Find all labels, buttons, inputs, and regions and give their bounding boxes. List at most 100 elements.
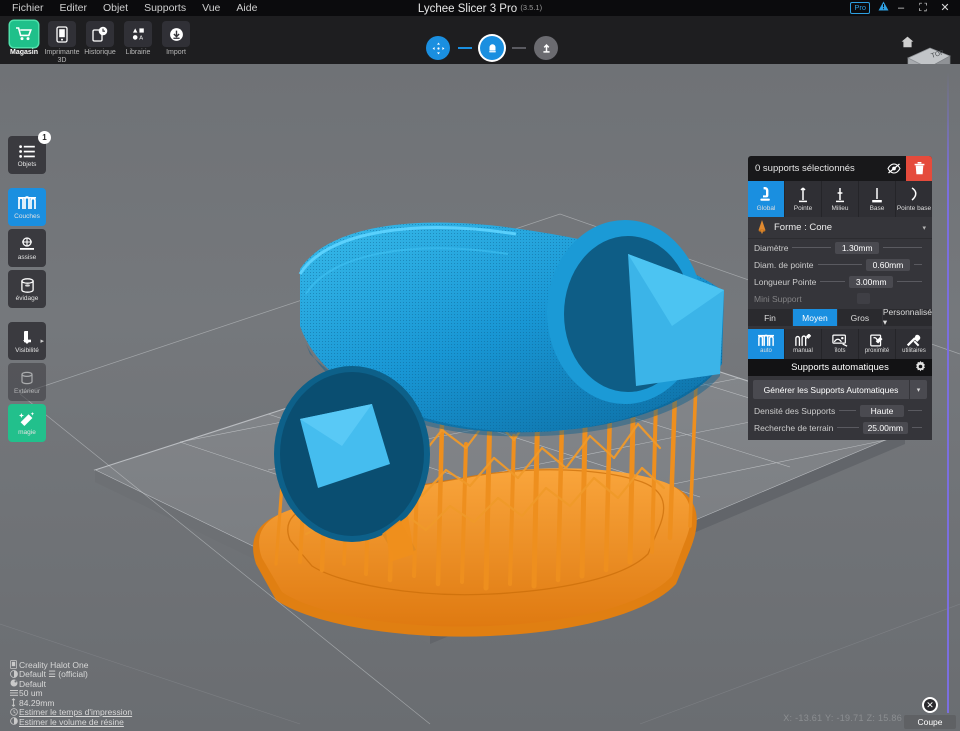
- tab-milieu-label: Milieu: [831, 205, 849, 212]
- cut-slider-track[interactable]: [947, 73, 949, 713]
- param-longueur-pointe-value[interactable]: 3.00mm: [849, 275, 894, 288]
- tool-ilots-label: îlots: [834, 347, 846, 354]
- tool-manual[interactable]: manual: [785, 329, 822, 359]
- generate-auto-supports-button[interactable]: Générer les Supports Automatiques ▾: [753, 380, 927, 399]
- hollow-icon: [20, 277, 35, 294]
- param-diametre-label: Diamètre: [754, 242, 789, 253]
- param-diametre-slider-right[interactable]: [883, 247, 923, 248]
- objets-badge: 1: [38, 131, 51, 144]
- param-diam-pointe-slider-right[interactable]: [914, 264, 922, 265]
- sidebar-item-assise[interactable]: assise: [8, 229, 46, 267]
- param-diametre[interactable]: Diamètre 1.30mm: [748, 239, 932, 256]
- tool-ilots[interactable]: îlots: [822, 329, 859, 359]
- model-right-opening: [547, 220, 724, 404]
- eye-off-icon[interactable]: [882, 156, 906, 181]
- mini-support-toggle[interactable]: [857, 293, 871, 304]
- magasin-button[interactable]: Magasin: [6, 19, 42, 65]
- chevron-down-icon[interactable]: ▾: [922, 224, 926, 232]
- viewport-3d[interactable]: Objets 1 Couches assise évidage Visibili…: [0, 64, 960, 731]
- historique-button[interactable]: Historique: [82, 19, 118, 65]
- imprimante-3d-button[interactable]: Imprimante 3D: [44, 19, 80, 65]
- setting-recherche-terrain-slider[interactable]: [837, 427, 859, 428]
- sidebar-item-magie[interactable]: magie: [8, 404, 46, 442]
- sidebar-item-couches[interactable]: Couches: [8, 188, 46, 226]
- tool-proximite[interactable]: proximité: [859, 329, 896, 359]
- tab-milieu[interactable]: Milieu: [822, 181, 859, 217]
- setting-densite[interactable]: Densité des Supports Haute: [748, 402, 932, 419]
- chevron-right-icon[interactable]: ▸: [40, 337, 44, 345]
- menu-item-vue[interactable]: Vue: [194, 0, 228, 16]
- sidebar-item-objets[interactable]: Objets 1: [8, 131, 51, 174]
- supports-panel: 0 supports sélectionnés Global Pointe Mi…: [748, 156, 932, 440]
- estimate-resin-volume-link[interactable]: Estimer le volume de résine: [19, 717, 124, 728]
- tab-global[interactable]: Global: [748, 181, 785, 217]
- param-diametre-slider[interactable]: [792, 247, 832, 248]
- title-bar: Fichier Editer Objet Supports Vue Aide L…: [0, 0, 960, 16]
- preset-gros[interactable]: Gros: [838, 309, 883, 326]
- setting-densite-value[interactable]: Haute: [860, 404, 904, 417]
- tool-auto[interactable]: auto: [748, 329, 785, 359]
- svg-text:A: A: [139, 36, 143, 41]
- tab-base-label: Base: [869, 205, 885, 212]
- tab-base[interactable]: Base: [859, 181, 896, 217]
- generate-dropdown-caret-icon[interactable]: ▾: [909, 380, 927, 399]
- sidebar-item-evidage-label: évidage: [15, 294, 39, 302]
- trash-icon[interactable]: [906, 156, 932, 181]
- sidebar-item-evidage[interactable]: évidage: [8, 270, 46, 308]
- librairie-button[interactable]: A Librairie: [120, 19, 156, 65]
- coupe-button[interactable]: Coupe: [904, 715, 956, 729]
- param-diam-pointe-slider[interactable]: [817, 264, 862, 265]
- setting-recherche-terrain-value[interactable]: 25.00mm: [862, 421, 908, 434]
- sidebar-item-couches-label: Couches: [14, 212, 40, 220]
- param-longueur-pointe-slider-right[interactable]: [897, 281, 923, 282]
- param-longueur-pointe-slider[interactable]: [820, 281, 846, 282]
- preset-moyen[interactable]: Moyen: [792, 309, 838, 326]
- imprimante-3d-label: Imprimante 3D: [44, 49, 80, 64]
- param-diametre-value[interactable]: 1.30mm: [835, 241, 880, 254]
- auto-settings: Densité des Supports Haute Recherche de …: [748, 402, 932, 440]
- tab-pointe[interactable]: Pointe: [785, 181, 822, 217]
- menu-item-objet[interactable]: Objet: [95, 0, 136, 16]
- param-diam-pointe-value[interactable]: 0.60mm: [866, 258, 910, 271]
- shopping-cart-icon: [10, 21, 38, 47]
- preset-personnalise[interactable]: Personnalisé ▾: [883, 307, 932, 327]
- menu-item-editer[interactable]: Editer: [52, 0, 95, 16]
- selection-count-label: 0 supports sélectionnés: [755, 163, 855, 174]
- minimize-button[interactable]: –: [890, 0, 912, 16]
- import-label: Import: [166, 49, 186, 56]
- arrows-move-icon: [426, 36, 450, 60]
- sidebar-item-visibilite-label: Visibilité: [15, 346, 39, 354]
- setting-densite-slider-right[interactable]: [908, 410, 922, 411]
- magic-wand-icon: [19, 411, 35, 428]
- close-circle-icon[interactable]: ✕: [922, 697, 938, 713]
- sidebar-item-exterieur[interactable]: Extérieur: [8, 363, 46, 401]
- param-longueur-pointe[interactable]: Longueur Pointe 3.00mm: [748, 273, 932, 290]
- mini-support-row[interactable]: Mini Support: [748, 290, 932, 307]
- setting-recherche-terrain[interactable]: Recherche de terrain 25.00mm: [748, 419, 932, 436]
- supports-tool-group: auto manual îlots proximité utilitaires: [748, 329, 932, 359]
- tab-pointe-base[interactable]: Pointe base: [896, 181, 932, 217]
- close-button[interactable]: ✕: [934, 0, 956, 16]
- setting-densite-slider[interactable]: [839, 410, 856, 411]
- setting-recherche-terrain-slider-right[interactable]: [912, 427, 922, 428]
- tool-utilitaires[interactable]: utilitaires: [896, 329, 932, 359]
- preset-fin[interactable]: Fin: [748, 309, 793, 326]
- warning-icon[interactable]: [876, 0, 890, 16]
- tool-utilitaires-label: utilitaires: [902, 347, 926, 354]
- generate-auto-supports-label: Générer les Supports Automatiques: [763, 384, 899, 395]
- menu-item-fichier[interactable]: Fichier: [4, 0, 52, 16]
- menu-item-supports[interactable]: Supports: [136, 0, 194, 16]
- size-preset-group: Fin Moyen Gros Personnalisé ▾: [748, 307, 932, 327]
- support-part-tabs: Global Pointe Milieu Base Pointe base: [748, 181, 932, 217]
- support-shape-selector[interactable]: Forme : Cone ▾: [748, 217, 932, 239]
- import-button[interactable]: Import: [158, 19, 194, 65]
- panel-body: Global Pointe Milieu Base Pointe base Fo…: [748, 181, 932, 440]
- mini-support-spacer: [806, 298, 854, 299]
- sidebar-item-visibilite[interactable]: Visibilité ▸: [8, 322, 46, 360]
- menu-item-aide[interactable]: Aide: [228, 0, 265, 16]
- param-diam-pointe[interactable]: Diam. de pointe 0.60mm: [748, 256, 932, 273]
- status-row-volume[interactable]: Estimer le volume de résine: [8, 717, 132, 728]
- maximize-button[interactable]: ⛶: [912, 0, 934, 16]
- gear-icon[interactable]: [915, 360, 926, 375]
- list-icon: [19, 143, 35, 160]
